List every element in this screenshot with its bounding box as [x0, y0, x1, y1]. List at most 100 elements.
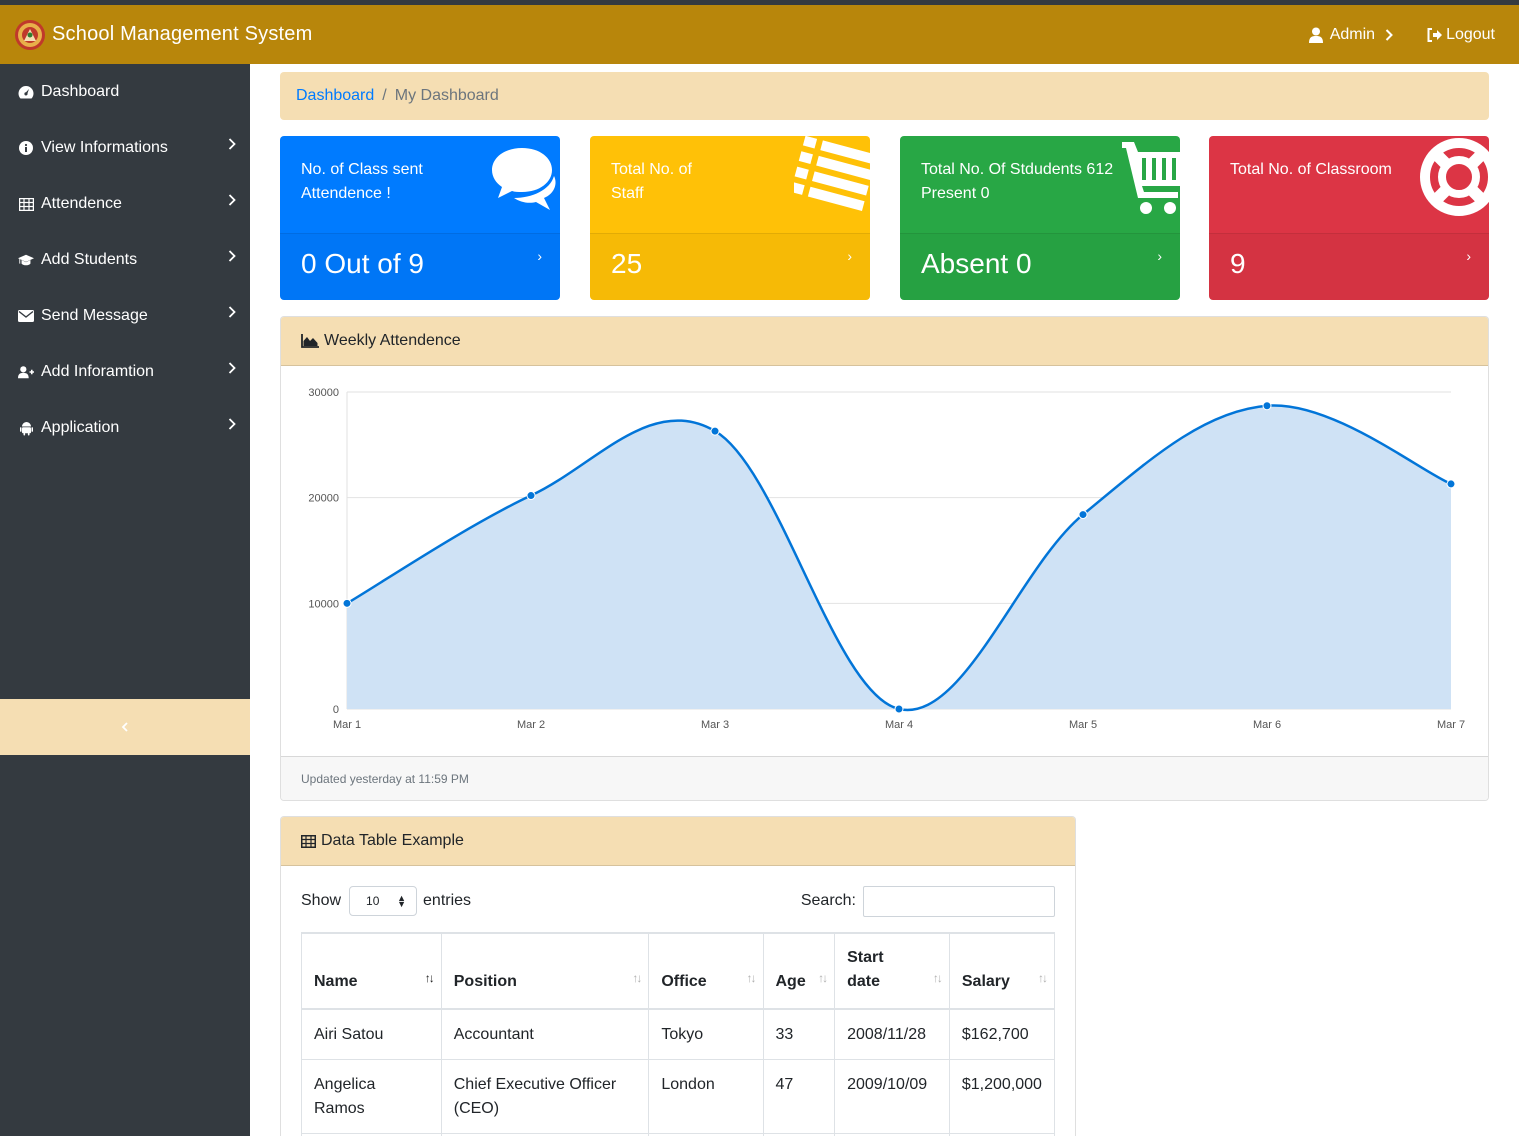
sidebar-collapse-button[interactable]	[0, 699, 250, 755]
sort-icon: ↑↓	[746, 971, 757, 985]
data-table-panel: Data Table Example Show 10 ▲ ▼ entries Se…	[280, 816, 1076, 1136]
table-row[interactable]: Airi Satou Accountant Tokyo 33 2008/11/2…	[301, 1008, 1056, 1060]
chart-footer: Updated yesterday at 11:59 PM	[281, 756, 1488, 800]
column-header-age[interactable]: Age ↑↓	[762, 932, 836, 1010]
cell-salary: $162,700	[948, 1008, 1056, 1060]
sidebar-item-add-students[interactable]: Add Students	[0, 232, 250, 288]
column-header-name[interactable]: Name ↑↓	[301, 932, 442, 1010]
stat-card-value: 9	[1230, 248, 1246, 279]
chevron-right-icon	[228, 194, 236, 206]
data-point	[1262, 401, 1272, 411]
sort-icon: ↑↓	[818, 971, 828, 985]
column-header-start-date[interactable]: Start date ↑↓	[834, 932, 950, 1010]
data-point	[342, 598, 352, 608]
admin-label: Admin	[1329, 25, 1376, 43]
chevron-right-icon	[228, 362, 236, 374]
chevron-right-icon: ›	[537, 248, 542, 264]
sidebar-item-label: Add Students	[41, 251, 138, 268]
graduation-cap-icon	[18, 252, 34, 268]
cell-age: 47	[762, 1059, 836, 1134]
shopping-cart-icon	[1122, 142, 1180, 214]
stat-card-text: Total No. of Staff	[611, 161, 692, 202]
stat-card-footer[interactable]: 25 ›	[590, 233, 870, 300]
chevron-right-icon	[228, 418, 236, 430]
breadcrumb-dashboard-link[interactable]: Dashboard	[296, 87, 374, 105]
column-header-position[interactable]: Position ↑↓	[440, 932, 650, 1010]
envelope-icon	[18, 308, 34, 324]
sidebar-item-label: Send Message	[41, 307, 148, 324]
sidebar-item-send-message[interactable]: Send Message	[0, 288, 250, 344]
breadcrumb-current: My Dashboard	[394, 87, 499, 104]
cell-start-date: 2008/11/28	[834, 1008, 950, 1060]
chevron-right-icon: ›	[1157, 248, 1162, 264]
admin-menu[interactable]: Admin	[1308, 25, 1393, 44]
search-input[interactable]	[863, 885, 1055, 917]
stat-card-staff: Total No. of Staff 25 ›	[590, 136, 870, 300]
y-tick-label: 30000	[308, 387, 339, 399]
table-icon	[301, 834, 316, 848]
logout-link[interactable]: Logout	[1427, 26, 1495, 44]
stat-card-footer[interactable]: 0 Out of 9 ›	[280, 233, 560, 300]
weekly-attendence-chart[interactable]: 0 10000 20000 30000 Mar 1 Mar 2 Mar 3 Mar 4 Mar …	[281, 366, 1488, 756]
cell-start-date: 2009/10/09	[834, 1059, 950, 1134]
stat-card-class-attendence: No. of Class sent Attendence ! 0 Out of …	[280, 136, 560, 300]
panel-title: Weekly Attendence	[324, 332, 461, 349]
brand[interactable]: School Management System	[14, 5, 312, 64]
stat-card-classroom: Total No. of Classroom 9 ›	[1209, 136, 1489, 300]
panel-header: Weekly Attendence	[281, 317, 1488, 366]
sidebar-item-view-informations[interactable]: View Informations	[0, 120, 250, 176]
entries-select[interactable]: 10 ▲ ▼	[349, 886, 418, 916]
sidebar-item-label: Dashboard	[41, 83, 120, 100]
list-icon	[794, 136, 870, 211]
cell-position: Accountant	[440, 1008, 650, 1060]
cell-office: Tokyo	[648, 1008, 764, 1060]
data-point	[1078, 510, 1088, 520]
stat-card-text: No. of Class sent Attendence !	[301, 161, 423, 202]
sidebar-item-application[interactable]: Application	[0, 400, 250, 456]
chevron-right-icon	[1385, 28, 1393, 41]
sidebar-item-label: Attendence	[41, 195, 122, 212]
dashboard-icon	[18, 84, 34, 100]
data-point	[894, 704, 904, 714]
breadcrumb: Dashboard / My Dashboard	[280, 72, 1489, 120]
breadcrumb-separator: /	[382, 87, 387, 104]
sidebar-item-add-inforamtion[interactable]: Add Inforamtion	[0, 344, 250, 400]
x-tick-label: Mar 7	[1437, 719, 1465, 731]
x-tick-label: Mar 3	[701, 719, 729, 731]
entries-value: 10	[366, 894, 380, 908]
column-header-salary[interactable]: Salary ↑↓	[948, 932, 1056, 1010]
logout-label: Logout	[1446, 25, 1495, 43]
table-row[interactable]: Angelica Ramos Chief Executive Officer (…	[301, 1059, 1056, 1134]
table-icon	[18, 196, 34, 212]
sidebar-item-label: Application	[41, 419, 120, 436]
chevron-right-icon: ›	[1466, 248, 1471, 264]
sort-icon: ↑↓	[1038, 971, 1048, 985]
area-chart-icon	[301, 334, 319, 348]
search-control: Search:	[801, 885, 1055, 917]
entries-label: entries	[423, 892, 472, 909]
select-caret-icon: ▲ ▼	[397, 893, 407, 909]
data-point	[710, 426, 720, 436]
chevron-left-icon	[121, 722, 128, 732]
comments-icon	[492, 148, 556, 210]
stat-card-footer[interactable]: Absent 0 ›	[900, 233, 1180, 300]
panel-title: Data Table Example	[321, 832, 464, 849]
x-tick-label: Mar 2	[517, 719, 545, 731]
search-label: Search:	[800, 892, 856, 909]
app-title: School Management System	[52, 23, 313, 45]
sidebar-item-attendence[interactable]: Attendence	[0, 176, 250, 232]
stat-card-footer[interactable]: 9 ›	[1209, 233, 1489, 300]
sidebar-item-label: View Informations	[41, 139, 168, 156]
android-icon	[18, 420, 34, 436]
column-header-office[interactable]: Office ↑↓	[648, 932, 764, 1010]
x-tick-label: Mar 6	[1253, 719, 1281, 731]
info-circle-icon	[18, 140, 34, 156]
sidebar-item-dashboard[interactable]: Dashboard	[0, 64, 250, 120]
sidebar-item-label: Add Inforamtion	[41, 363, 154, 380]
stat-card-value: Absent 0	[921, 248, 1032, 279]
chevron-right-icon	[228, 138, 236, 150]
x-tick-label: Mar 1	[333, 719, 361, 731]
data-table: Name ↑↓ Position ↑↓ Office ↑↓ Age ↑↓ Start d…	[301, 932, 1056, 1136]
weekly-attendence-panel: Weekly Attendence 0 10000 20000 30000 Mar 1 M…	[280, 316, 1489, 801]
y-tick-label: 20000	[308, 493, 339, 505]
